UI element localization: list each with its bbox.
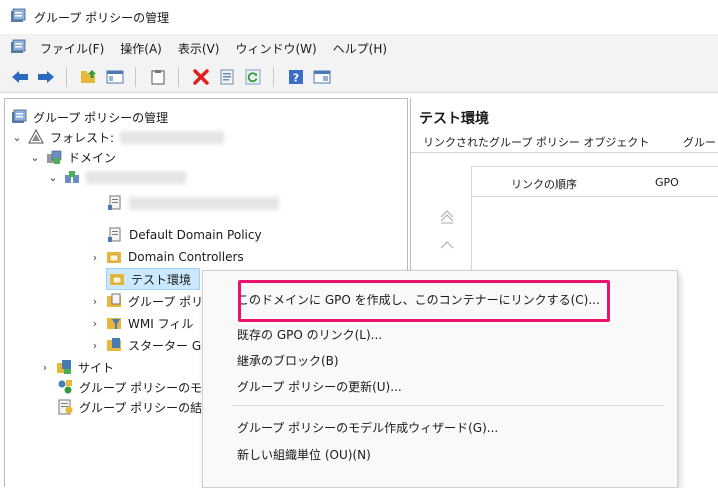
tree-node-domain-controllers[interactable]: › Domain Controllers [89, 247, 244, 267]
forest-icon [28, 129, 44, 145]
chevron-right-icon[interactable]: › [39, 361, 51, 374]
toolbar-separator [66, 67, 67, 87]
gpmc-app-icon [10, 8, 26, 27]
menu-item-gp-modeling-wizard[interactable]: グループ ポリシーのモデル作成ウィザード(G)... [237, 419, 498, 436]
tree-node-forest[interactable]: ⌄ フォレスト: [11, 127, 225, 147]
tree-label: フォレスト: [50, 130, 115, 145]
clipboard-icon[interactable] [148, 67, 168, 87]
tree-node-gp-results[interactable]: グループ ポリシーの結 [57, 397, 202, 417]
menu-item-new-ou[interactable]: 新しい組織単位 (OU)(N) [237, 446, 371, 463]
menu-action[interactable]: 操作(A) [112, 40, 170, 57]
chevron-right-icon[interactable]: › [89, 317, 101, 330]
ou-folder-icon [106, 249, 122, 265]
menu-bar: ファイル(F) 操作(A) 表示(V) ウィンドウ(W) ヘルプ(H) [0, 34, 718, 62]
menu-separator [233, 405, 663, 406]
delete-icon[interactable] [191, 67, 211, 87]
details-tab-strip: リンクされたグループ ポリシー オブジェクト グルー [411, 130, 718, 153]
tree-label: グループ ポリシーの管理 [33, 110, 169, 125]
chevron-right-icon[interactable]: › [89, 339, 101, 352]
redacted-forest-name [120, 130, 225, 144]
highlight-annotation [238, 280, 610, 322]
tree-node-test-env-selected[interactable]: テスト環境 [106, 268, 201, 290]
results-icon [57, 399, 73, 415]
table-header-divider [471, 196, 718, 197]
wmi-filter-icon [106, 315, 122, 331]
tree-node-domains[interactable]: ⌄ ドメイン [29, 147, 116, 167]
tree-node-domain[interactable]: ⌄ [47, 167, 186, 187]
window-title: グループ ポリシーの管理 [34, 10, 170, 25]
tree-node-gp-modeling[interactable]: グループ ポリシーのモ [57, 377, 202, 397]
forward-icon[interactable] [36, 67, 56, 87]
toolbar: ? [0, 62, 718, 93]
menu-window[interactable]: ウィンドウ(W) [227, 40, 324, 57]
tree-label: グループ ポリシーの結 [79, 400, 203, 415]
chevron-down-icon[interactable]: ⌄ [47, 171, 59, 184]
menu-view[interactable]: 表示(V) [170, 40, 228, 57]
tree-label: Domain Controllers [128, 250, 244, 264]
console-icon[interactable] [312, 67, 332, 87]
tree-label: Default Domain Policy [129, 228, 262, 242]
tree-node-default-domain-policy[interactable]: Default Domain Policy [107, 225, 262, 245]
tree-root-gpmc[interactable]: グループ ポリシーの管理 [11, 107, 168, 127]
details-heading: テスト環境 [419, 111, 489, 127]
svg-text:?: ? [293, 72, 299, 85]
title-bar: グループ ポリシーの管理 [0, 0, 718, 35]
table-border [471, 166, 718, 167]
properties-icon[interactable] [217, 67, 237, 87]
redacted-domain-name [86, 170, 186, 184]
move-to-top-icon[interactable] [439, 208, 455, 224]
menu-item-block-inheritance[interactable]: 継承のブロック(B) [237, 352, 339, 369]
starter-gpo-icon [106, 337, 122, 353]
chevron-right-icon[interactable]: › [89, 251, 101, 264]
tree-node-redacted-gpo[interactable] [107, 193, 279, 213]
gpo-container-icon [106, 293, 122, 309]
toolbar-separator [273, 67, 274, 87]
tree-label: グループ ポリシーのモ [79, 380, 203, 395]
gpmc-node-icon [11, 109, 27, 125]
tree-label: ドメイン [68, 150, 117, 165]
ou-folder-icon [109, 271, 125, 287]
refresh-icon[interactable] [243, 67, 263, 87]
menu-file[interactable]: ファイル(F) [32, 40, 112, 57]
tree-node-gp-objects[interactable]: › グループ ポリ [89, 291, 203, 311]
move-up-icon[interactable] [439, 236, 455, 252]
menu-item-gp-update[interactable]: グループ ポリシーの更新(U)... [237, 378, 402, 395]
tree-label: グループ ポリ [128, 294, 204, 309]
gpo-link-icon [107, 227, 123, 243]
column-header-link-order[interactable]: リンクの順序 [511, 176, 577, 192]
system-menu-icon[interactable] [10, 39, 26, 58]
up-folder-icon[interactable] [79, 67, 99, 87]
column-header-gpo[interactable]: GPO [655, 176, 679, 189]
tree-label: テスト環境 [131, 272, 192, 287]
tree-label: WMI フィル [128, 316, 194, 331]
chevron-right-icon[interactable]: › [89, 295, 101, 308]
tree-label: サイト [78, 360, 115, 375]
redacted-gpo-name [129, 196, 279, 210]
gpo-link-icon [107, 195, 123, 211]
modeling-icon [57, 379, 73, 395]
toolbar-separator [178, 67, 179, 87]
tab-linked-gpos[interactable]: リンクされたグループ ポリシー オブジェクト [423, 134, 649, 150]
tab-group-inheritance[interactable]: グルー [683, 134, 716, 150]
back-icon[interactable] [10, 67, 30, 87]
tree-label: スターター G [128, 338, 202, 353]
domain-icon [64, 169, 80, 185]
tree-node-wmi-filters[interactable]: › WMI フィル [89, 313, 194, 333]
chevron-down-icon[interactable]: ⌄ [11, 131, 23, 144]
domains-icon [46, 149, 62, 165]
show-hide-tree-icon[interactable] [105, 67, 125, 87]
menu-help[interactable]: ヘルプ(H) [325, 40, 395, 57]
help-icon[interactable]: ? [286, 67, 306, 87]
toolbar-separator [135, 67, 136, 87]
tree-node-sites[interactable]: › サイト [39, 357, 114, 377]
tree-node-starter-gpo[interactable]: › スターター G [89, 335, 201, 355]
menu-item-link-existing-gpo[interactable]: 既存の GPO のリンク(L)... [237, 326, 382, 343]
sites-icon [56, 359, 72, 375]
chevron-down-icon[interactable]: ⌄ [29, 151, 41, 164]
